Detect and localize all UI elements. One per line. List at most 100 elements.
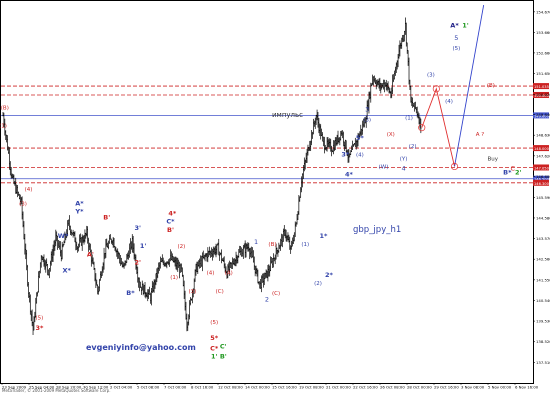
price-tick-label: 153.660: [536, 30, 550, 35]
price-tick-label: 144.580: [536, 215, 550, 220]
wave-label: 1': [462, 22, 469, 30]
price-tick-label: 149.640: [536, 112, 550, 117]
wave-label: 1*: [319, 232, 328, 240]
wave-label: 2*: [325, 271, 334, 279]
wave-label: (B): [268, 242, 276, 248]
wave-label: (1): [301, 242, 309, 248]
date-tick-label: 19 Oct 08:00: [299, 385, 324, 390]
wave-label: (3): [19, 201, 27, 207]
date-tick-label: 5 Oct 08:00: [137, 385, 160, 390]
wave-label: 5: [454, 34, 458, 42]
price-tick-label: 145.590: [536, 195, 550, 200]
wave-label: 1': [211, 352, 218, 360]
wave-label: (5): [452, 46, 460, 52]
wave-label: 2: [265, 295, 269, 303]
wave-label: B': [103, 214, 110, 222]
date-tick-label: 14 Oct 00:00: [245, 385, 270, 390]
date-tick-label: 22 Oct 16:00: [353, 385, 378, 390]
wave-label: 1': [140, 242, 147, 250]
email-label: evgeniyinfo@yahoo.com: [86, 343, 196, 352]
wave-label: X*: [63, 267, 72, 275]
wave-label: 3*: [341, 150, 350, 158]
price-tick-label: 148.630: [536, 133, 550, 138]
wave-label: B*: [503, 169, 512, 177]
wave-label: (A): [225, 271, 233, 277]
wave-label: 4: [401, 165, 405, 173]
date-tick-label: 7 Oct 00:00: [164, 385, 187, 390]
price-chart: 151.035150.600149.600148.000147.050146.5…: [0, 0, 550, 403]
wave-label: (C): [272, 291, 280, 297]
wave-label: 1: [254, 238, 258, 246]
price-tick-label: 137.510: [536, 360, 550, 365]
price-tick-label: 146.600: [536, 174, 550, 179]
level-price-label: 151.035: [534, 85, 549, 89]
wave-label: (2): [409, 144, 417, 150]
wave-label: (C): [216, 289, 224, 295]
wave-label: (5): [36, 316, 44, 322]
date-tick-label: 28 Oct 00:00: [407, 385, 432, 390]
level-price-label: 148.000: [534, 147, 550, 151]
price-tick-label: 141.550: [536, 277, 550, 282]
wave-label: 3: [365, 105, 369, 113]
wave-label: 2': [515, 169, 522, 177]
date-tick-label: 8 Oct 16:00: [191, 385, 214, 390]
price-tick-label: 140.540: [536, 298, 550, 303]
wave-label: (3): [427, 73, 435, 79]
wave-label: W*: [58, 232, 69, 240]
date-tick-label: 26 Oct 08:00: [380, 385, 405, 390]
wave-label: (5): [210, 320, 218, 326]
wave-label: (4): [445, 99, 453, 105]
wave-label: (W): [379, 165, 389, 171]
date-tick-label: 21 Oct 00:00: [326, 385, 351, 390]
wave-label: 4*: [168, 209, 177, 217]
price-tick-label: 151.650: [536, 71, 550, 76]
footer-label: MetaTrader, © 2001-2009 MetaQuotes Softw…: [2, 388, 110, 393]
wave-label: (B): [487, 83, 495, 89]
wave-label: Y*: [74, 207, 84, 215]
wave-label: 4*: [345, 171, 354, 179]
wave-label: C': [220, 342, 227, 350]
wave-label: A*: [450, 22, 459, 30]
wave-label: C*: [166, 218, 175, 226]
date-tick-label: 2 Oct 04:00: [110, 385, 133, 390]
price-tick-label: 139.530: [536, 319, 550, 324]
date-tick-label: 5 Nov 00:00: [488, 385, 512, 390]
wave-label: C*: [210, 344, 219, 352]
date-tick-label: 6 Nov 16:00: [515, 385, 539, 390]
symbol-label: gbp_jpy_h1: [353, 225, 401, 235]
wave-label: (3): [188, 289, 196, 295]
wave-label: 3*: [35, 324, 44, 332]
date-tick-label: 3 Nov 08:00: [461, 385, 485, 390]
wave-label: A*: [75, 199, 84, 207]
price-tick-label: 143.570: [536, 236, 550, 241]
wave-label: (Y): [400, 156, 408, 162]
wave-label: B': [167, 226, 174, 234]
wave-label: B*: [126, 289, 135, 297]
wave-label: (2): [178, 244, 186, 250]
wave-label: (3): [363, 118, 371, 124]
wave-label: 5*: [210, 334, 219, 342]
wave-label: (4): [25, 187, 33, 193]
wave-label: (1): [405, 115, 413, 121]
wave-label: Buy: [488, 156, 499, 162]
wave-label: 5*: [356, 134, 365, 142]
wave-label: (4): [207, 271, 215, 277]
level-price-label: 147.050: [534, 166, 550, 170]
price-tick-label: 147.620: [536, 153, 550, 158]
wave-label: (2): [314, 281, 322, 287]
wave-label: (B): [1, 105, 9, 111]
price-tick-label: 138.520: [536, 339, 550, 344]
date-tick-label: 15 Oct 16:00: [272, 385, 297, 390]
impulse-label: импульс: [272, 111, 303, 119]
price-tick-label: 150.620: [536, 92, 550, 97]
wave-label: 3': [134, 224, 141, 232]
wave-label: (1): [170, 275, 178, 281]
price-tick-label: 152.660: [536, 50, 550, 55]
chart-root: 151.035 150.600 149.600 148.000 147.050 146.5…: [0, 0, 550, 403]
wave-label: (4): [356, 152, 364, 158]
wave-label: B': [220, 352, 227, 360]
date-tick-label: 12 Oct 08:00: [218, 385, 243, 390]
level-price-label: 146.300: [534, 182, 550, 186]
wave-label: A': [87, 250, 94, 258]
wave-label: (X): [387, 132, 395, 138]
